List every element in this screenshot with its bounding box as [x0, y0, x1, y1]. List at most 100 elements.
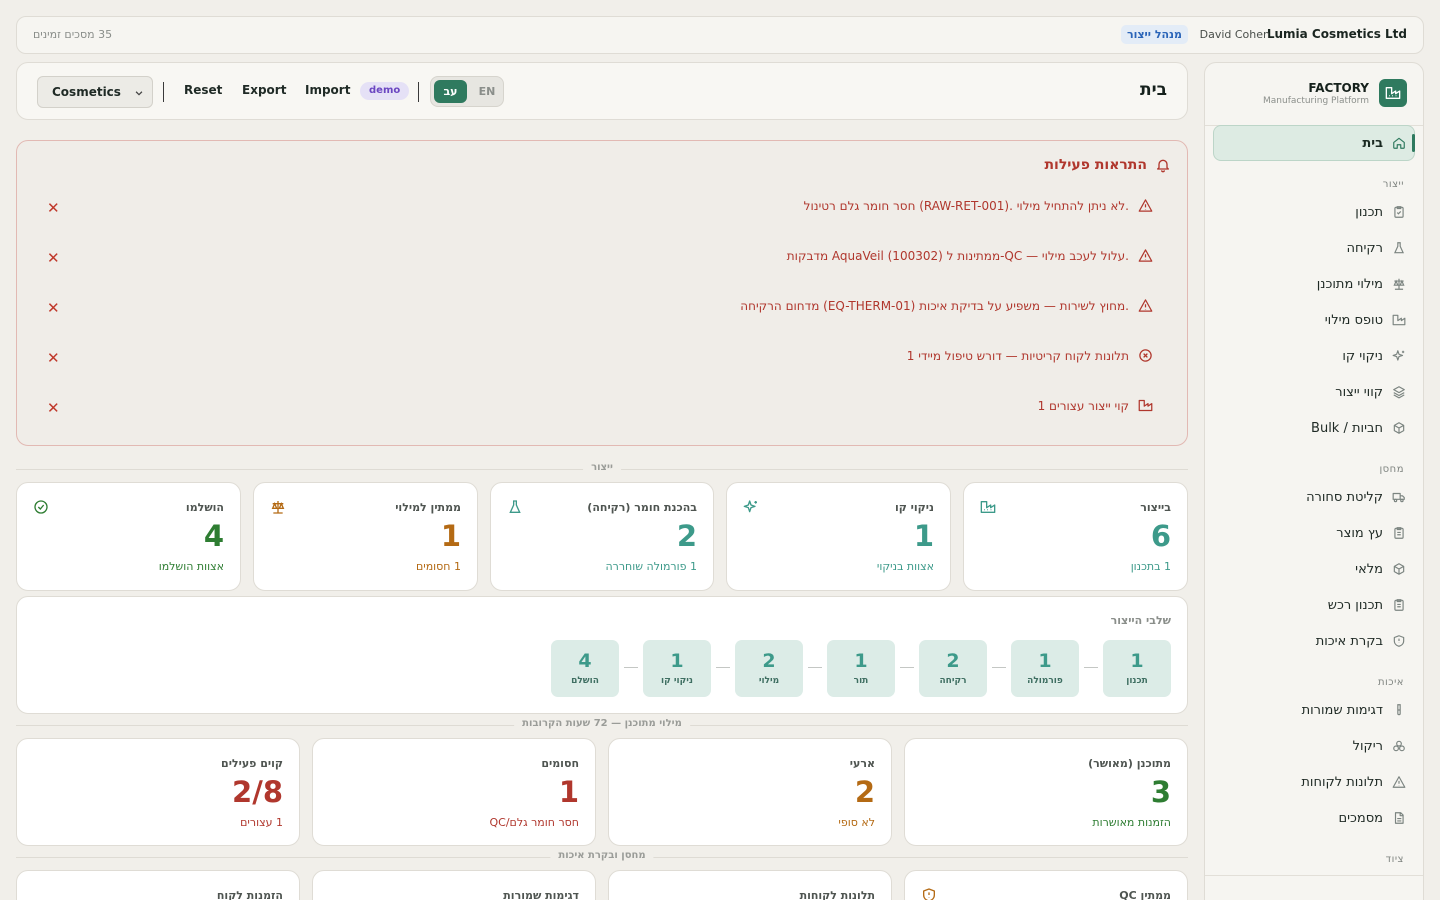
- shield-icon: [921, 887, 937, 900]
- sidebar-item-retained-samples[interactable]: דגימות שמורות: [1302, 700, 1406, 720]
- stat-card-planned-approved[interactable]: מתוכנן (מאושר) 3 הזמנות מאושרות: [904, 738, 1188, 846]
- stat-card-blocked[interactable]: חסומים 1 חסר חומר גלם/QC: [312, 738, 596, 846]
- sidebar-item-filling-form[interactable]: טופס מילוי: [1325, 310, 1406, 330]
- card-value: 1: [440, 519, 461, 553]
- card-label: מתוכנן (מאושר): [1088, 757, 1171, 770]
- production-stages-panel: שלבי הייצור 1 תכנון 1 פורמולה 2 רקיחה 1 …: [16, 596, 1188, 714]
- sidebar-item-goods-receiving[interactable]: קליטת סחורה: [1306, 487, 1406, 507]
- factory-icon: [980, 499, 996, 515]
- clipboard-icon: [1392, 598, 1406, 612]
- stage-line-cleaning[interactable]: 1 ניקוי קו: [643, 640, 711, 697]
- sparkles-icon: [743, 499, 759, 515]
- sidebar-item-label: מסמכים: [1338, 810, 1383, 826]
- top-bar: Lumia Cosmetics Ltd David Cohen מנהל ייצ…: [16, 16, 1424, 54]
- sidebar: FACTORY Manufacturing Platform בית ייצור…: [1204, 62, 1424, 900]
- sidebar-item-bulk-barrels[interactable]: Bulk / חביות: [1311, 418, 1406, 438]
- card-subtext: אצוות הושלמו: [158, 560, 224, 573]
- reset-button[interactable]: Reset: [184, 83, 222, 97]
- sidebar-item-label: קליטת סחורה: [1306, 489, 1383, 505]
- package-icon: [1392, 421, 1406, 435]
- export-button[interactable]: Export: [242, 83, 286, 97]
- card-label: בייצור: [1140, 501, 1171, 514]
- import-button[interactable]: Import: [305, 83, 350, 97]
- dismiss-alert-button[interactable]: ✕: [47, 300, 60, 316]
- company-name: Lumia Cosmetics Ltd: [1266, 27, 1407, 41]
- shield-icon: [1392, 634, 1406, 648]
- stage-connector: [808, 667, 822, 668]
- dismiss-alert-button[interactable]: ✕: [47, 350, 60, 366]
- brand-subtitle: Manufacturing Platform: [1263, 96, 1369, 106]
- section-divider-production: ייצור: [16, 462, 1188, 476]
- stat-card-customer-complaints[interactable]: תלונות לקוחות: [608, 870, 892, 900]
- section-label: מילוי מתוכנן — 72 שעות הקרובות: [514, 718, 690, 729]
- stat-card-awaiting-filling[interactable]: ממתין למילוי 1 1 חסומים: [253, 482, 478, 591]
- sidebar-item-production-lines[interactable]: קווי ייצור: [1335, 382, 1406, 402]
- stage-formula[interactable]: 1 פורמולה: [1011, 640, 1079, 697]
- dismiss-alert-button[interactable]: ✕: [47, 200, 60, 216]
- sidebar-item-label: קווי ייצור: [1335, 384, 1383, 400]
- dismiss-alert-button[interactable]: ✕: [47, 400, 60, 416]
- sidebar-item-recall[interactable]: ריקול: [1353, 736, 1406, 756]
- stat-card-retained-samples[interactable]: דגימות שמורות: [312, 870, 596, 900]
- card-label: חסומים: [541, 757, 579, 770]
- sidebar-item-procurement-planning[interactable]: תכנון רכש: [1328, 595, 1406, 615]
- card-subtext: 1 פורמולה שוחררה: [605, 560, 697, 573]
- warning-icon: [1138, 298, 1153, 313]
- sidebar-item-compounding[interactable]: רקיחה: [1347, 238, 1406, 258]
- stage-compounding[interactable]: 2 רקיחה: [919, 640, 987, 697]
- card-subtext: 1 עצורים: [240, 816, 283, 829]
- sidebar-item-inventory[interactable]: מלאי: [1355, 559, 1406, 579]
- scale-icon: [1392, 277, 1406, 291]
- user-name[interactable]: David Cohen: [1200, 28, 1270, 41]
- lang-english-button[interactable]: EN: [473, 80, 501, 103]
- sidebar-item-home[interactable]: בית: [1362, 133, 1406, 153]
- sidebar-item-customer-complaints[interactable]: תלונות לקוחות: [1301, 772, 1406, 792]
- alert-item: חסר חומר גלם רטינול (RAW-RET-001). לא ני…: [41, 198, 1163, 218]
- card-subtext: אצוות בניקוי: [876, 560, 934, 573]
- sidebar-section-quality: איכות: [1377, 677, 1404, 688]
- stage-label: פורמולה: [1027, 676, 1063, 686]
- lang-hebrew-button[interactable]: עב: [434, 80, 467, 103]
- dismiss-alert-button[interactable]: ✕: [47, 250, 60, 266]
- sidebar-section-production: ייצור: [1382, 179, 1404, 190]
- warning-icon: [1138, 248, 1153, 263]
- stat-card-compounding[interactable]: בהכנת חומר (רקיחה) 2 1 פורמולה שוחררה: [490, 482, 714, 591]
- stage-planning[interactable]: 1 תכנון: [1103, 640, 1171, 697]
- alerts-title: התראות פעילות: [1044, 157, 1147, 173]
- card-subtext: לא סופי: [838, 816, 875, 829]
- stat-card-tentative[interactable]: ארעי 2 לא סופי: [608, 738, 892, 846]
- stage-label: מילוי: [758, 676, 780, 686]
- screens-count: 35 מסכים זמינים: [33, 28, 113, 41]
- category-select[interactable]: Cosmetics: [37, 76, 153, 108]
- brand-name: FACTORY: [1308, 81, 1369, 95]
- stat-card-line-cleaning[interactable]: ניקוי קו 1 אצוות בניקוי: [726, 482, 951, 591]
- stat-card-awaiting-qc[interactable]: ממתין QC: [904, 870, 1188, 900]
- card-label: תלונות לקוחות: [799, 889, 875, 900]
- stat-card-customer-orders[interactable]: הזמנות לקוח: [16, 870, 300, 900]
- stat-card-active-lines[interactable]: קוים פעילים 2/8 1 עצורים: [16, 738, 300, 846]
- stage-completed[interactable]: 4 הושלם: [551, 640, 619, 697]
- active-alerts-panel: התראות פעילות חסר חומר גלם רטינול (RAW-R…: [16, 140, 1188, 446]
- sidebar-item-quality-control[interactable]: בקרת איכות: [1316, 631, 1406, 651]
- sidebar-item-line-cleaning[interactable]: ניקוי קו: [1342, 346, 1406, 366]
- stage-count: 1: [1038, 650, 1052, 672]
- sidebar-item-label: תלונות לקוחות: [1301, 774, 1383, 790]
- stage-filling[interactable]: 2 מילוי: [735, 640, 803, 697]
- page-header: בית Cosmetics Reset Export Import demo ע…: [16, 62, 1188, 120]
- layers-icon: [1392, 385, 1406, 399]
- stage-queue[interactable]: 1 תור: [827, 640, 895, 697]
- card-value: 2: [676, 519, 697, 553]
- sidebar-item-documents[interactable]: מסמכים: [1338, 808, 1406, 828]
- clipboard-icon: [1392, 526, 1406, 540]
- stat-card-completed[interactable]: הושלמו 4 אצוות הושלמו: [16, 482, 241, 591]
- sidebar-item-label: טופס מילוי: [1324, 312, 1383, 328]
- sidebar-item-planned-filling[interactable]: מילוי מתוכנן: [1317, 274, 1406, 294]
- truck-icon: [1392, 490, 1406, 504]
- alert-item: 1 תלונות לקוח קריטיות — דורש טיפול מיידי…: [41, 348, 1163, 368]
- sidebar-item-product-tree[interactable]: עץ מוצר: [1336, 523, 1406, 543]
- stat-card-in-production[interactable]: בייצור 6 1 בתכנון: [963, 482, 1188, 591]
- sidebar-item-planning[interactable]: תכנון: [1355, 202, 1406, 222]
- card-subtext: 1 חסומים: [415, 560, 461, 573]
- factory-logo-icon: [1379, 79, 1407, 107]
- package-icon: [1392, 562, 1406, 576]
